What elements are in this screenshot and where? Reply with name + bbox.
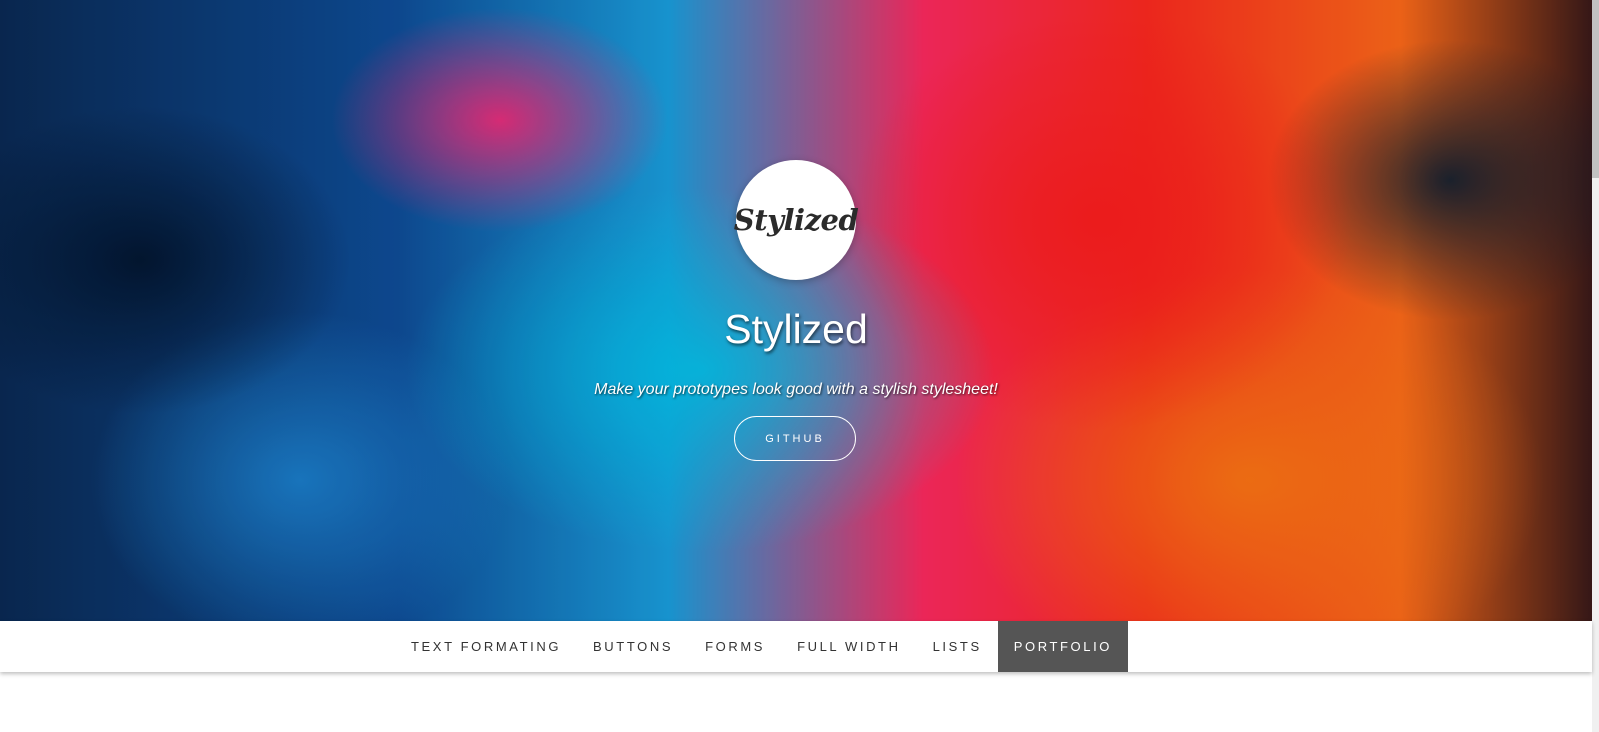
nav-item-text-formating[interactable]: TEXT FORMATING	[395, 621, 577, 672]
page-title: Stylized	[724, 306, 868, 352]
nav-list: TEXT FORMATING BUTTONS FORMS FULL WIDTH …	[395, 621, 1129, 672]
nav-item-forms[interactable]: FORMS	[689, 621, 781, 672]
page-scrollbar[interactable]	[1592, 0, 1599, 732]
scrollbar-thumb[interactable]	[1592, 0, 1599, 178]
main-nav: TEXT FORMATING BUTTONS FORMS FULL WIDTH …	[0, 621, 1592, 672]
nav-item-portfolio[interactable]: PORTFOLIO	[997, 621, 1129, 672]
github-button[interactable]: GITHUB	[734, 416, 856, 461]
nav-item-buttons[interactable]: BUTTONS	[577, 621, 689, 672]
logo-text: Stylized	[733, 203, 859, 237]
hero-section: Stylized Stylized Make your prototypes l…	[0, 0, 1592, 622]
page: Stylized Stylized Make your prototypes l…	[0, 0, 1599, 732]
nav-item-full-width[interactable]: FULL WIDTH	[781, 621, 917, 672]
page-subtitle: Make your prototypes look good with a st…	[594, 381, 998, 398]
nav-item-lists[interactable]: LISTS	[917, 621, 998, 672]
logo: Stylized	[733, 160, 859, 280]
